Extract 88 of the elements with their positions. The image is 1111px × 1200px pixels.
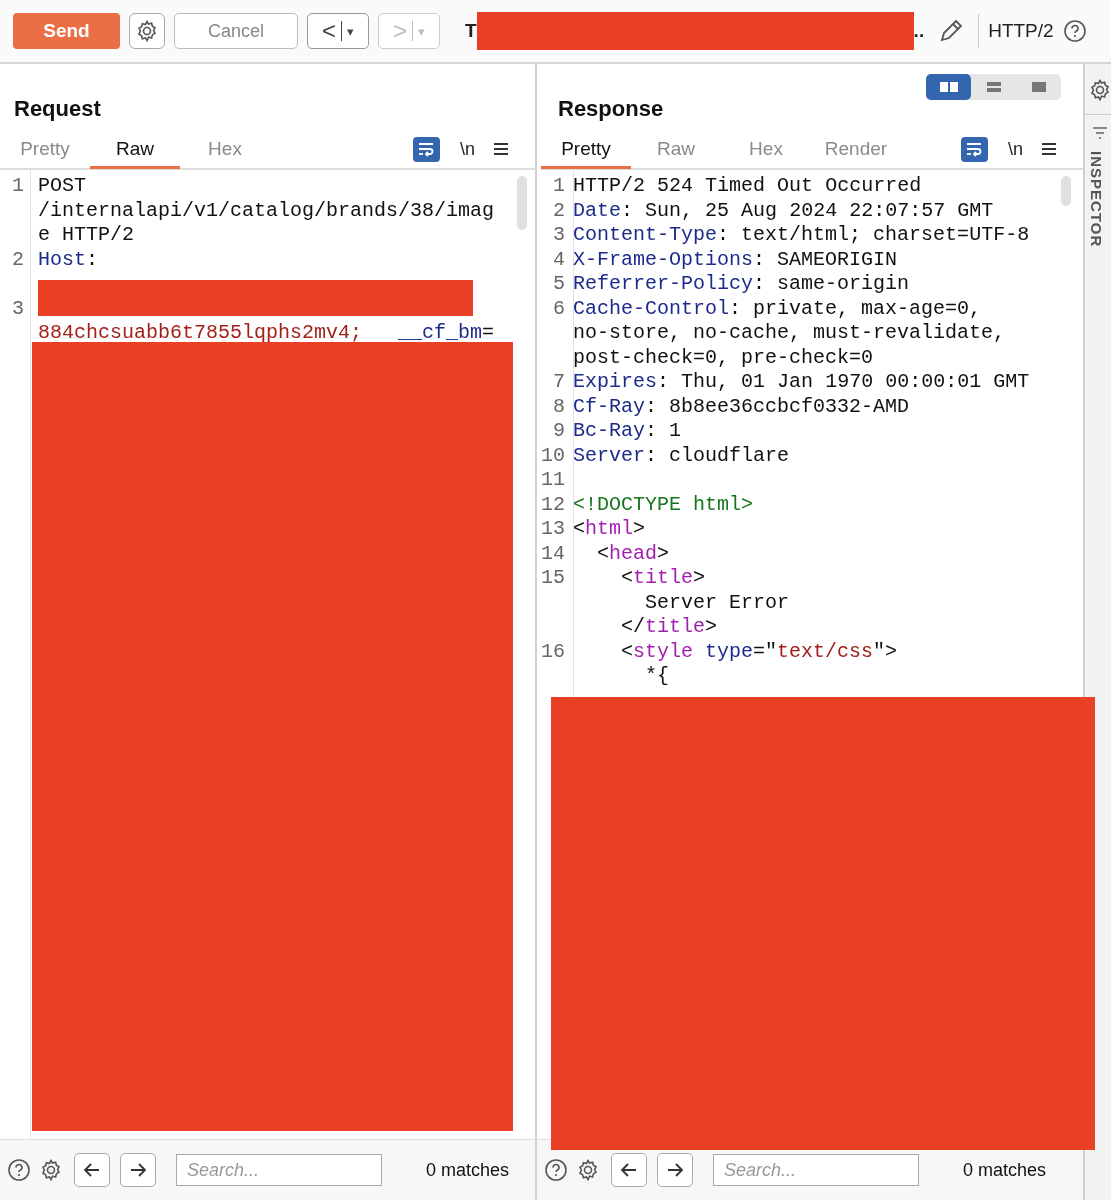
code-line: 884chcsuabb6t7855lqphs2mv4; __cf_bm= [38, 321, 496, 346]
code-line: X-Frame-Options: SAMEORIGIN [573, 247, 899, 272]
newline-toggle[interactable]: \n [1008, 138, 1023, 160]
code-line: Content-Type: text/html; charset=UTF-8 [573, 223, 1031, 248]
line-number: 11 [540, 468, 565, 493]
line-number: 2 [552, 198, 565, 223]
line-number: 1 [11, 174, 24, 199]
layout-option[interactable] [926, 74, 971, 100]
layout-toggle[interactable] [926, 74, 1061, 100]
code-line: <head> [596, 541, 671, 566]
panel-title: Request [13, 95, 102, 123]
line-number: 12 [540, 492, 565, 517]
tab[interactable]: Pretty [541, 129, 631, 169]
next-match-button[interactable] [657, 1153, 693, 1187]
line-number: 10 [540, 443, 565, 468]
filter-icon[interactable] [1092, 125, 1108, 141]
right-arrow-icon [666, 1162, 684, 1178]
wrap-icon [417, 141, 436, 157]
right-arrow-icon [129, 1162, 147, 1178]
tab[interactable]: Hex [180, 129, 270, 169]
line-number: 8 [552, 394, 565, 419]
tab[interactable]: Render [811, 129, 901, 169]
code-line: HTTP/2 524 Timed Out Occurred [573, 174, 923, 199]
search-field[interactable]: Search... [176, 1154, 382, 1186]
line-number: 9 [552, 419, 565, 444]
code-line: Server: cloudflare [573, 443, 791, 468]
match-count: 0 matches [426, 1159, 510, 1181]
code-line: Expires: Thu, 01 Jan 1970 00:00:01 GMT [573, 370, 1031, 395]
code-line: Cf-Ray: 8b8ee36ccbcf0332-AMD [573, 394, 911, 419]
line-number: 2 [11, 247, 24, 273]
scrollbar-thumb[interactable] [1061, 176, 1071, 206]
code-line: Server Error [644, 590, 791, 615]
code-line: Referrer-Policy: same-origin [573, 272, 911, 297]
line-number: 7 [552, 370, 565, 395]
help-icon[interactable] [1062, 17, 1087, 45]
panel-title: Response [557, 95, 665, 123]
next-match-button[interactable] [120, 1153, 156, 1187]
cancel-button[interactable]: Cancel [174, 13, 298, 49]
tab[interactable]: Hex [721, 129, 811, 169]
tab[interactable]: Pretty [0, 129, 90, 169]
code-line: Cache-Control: private, max-age=0, no-store, no-cache, must-revalidate, post-check=0, pre-check=0 [573, 296, 1007, 370]
newline-toggle[interactable]: \n [460, 138, 475, 160]
code-line: <!DOCTYPE html> [573, 492, 755, 517]
previous-match-button[interactable] [74, 1153, 110, 1187]
ellipsis-text: .. [913, 20, 925, 42]
code-line: Bc-Ray: 1 [573, 419, 683, 444]
line-number: 15 [540, 566, 565, 591]
word-wrap-button[interactable] [413, 136, 440, 162]
line-number: 16 [540, 639, 565, 665]
tab[interactable]: Raw [631, 129, 721, 169]
code-line: POST /internalapi/v1/catalog/brands/38/image HTTP/2 [38, 174, 496, 248]
left-arrow-icon [83, 1162, 101, 1178]
help-icon[interactable] [543, 1157, 569, 1183]
search-field[interactable]: Search... [713, 1154, 919, 1186]
line-number: 14 [540, 541, 565, 566]
code-line: </title> [620, 615, 719, 640]
line-number: 4 [552, 247, 565, 272]
tab[interactable]: Raw [90, 129, 180, 169]
scrollbar-thumb[interactable] [517, 176, 527, 230]
match-count: 0 matches [963, 1159, 1047, 1181]
line-number: 3 [552, 223, 565, 248]
settings-icon[interactable] [1088, 78, 1111, 102]
line-number: 3 [11, 296, 24, 322]
inspector-label[interactable]: INSPECTOR [1088, 151, 1105, 248]
code-line: <html> [573, 517, 647, 542]
back-history-button[interactable]: < ▾ [307, 13, 369, 49]
line-number: 13 [540, 517, 565, 542]
code-line: Host: [38, 247, 100, 272]
send-button[interactable]: Send [13, 13, 120, 49]
target-text: T [465, 20, 477, 42]
menu-icon [1041, 142, 1057, 156]
split-columns-icon [938, 80, 959, 94]
line-number: 6 [552, 296, 565, 322]
wrap-icon [965, 141, 984, 157]
code-line: <title> [620, 566, 707, 591]
line-number: 5 [552, 272, 565, 297]
word-wrap-button[interactable] [961, 136, 988, 162]
menu-icon [493, 142, 509, 156]
help-icon[interactable] [6, 1157, 32, 1183]
settings-button[interactable] [129, 13, 165, 49]
protocol-label[interactable]: HTTP/2 [988, 20, 1054, 42]
left-arrow-icon [620, 1162, 638, 1178]
code-line: *{ [644, 664, 671, 689]
code-line: <style type="text/css"> [620, 639, 899, 664]
code-line: Date: Sun, 25 Aug 2024 22:07:57 GMT [573, 198, 995, 223]
line-number: 1 [552, 174, 565, 199]
settings-icon [135, 19, 159, 43]
previous-match-button[interactable] [611, 1153, 647, 1187]
